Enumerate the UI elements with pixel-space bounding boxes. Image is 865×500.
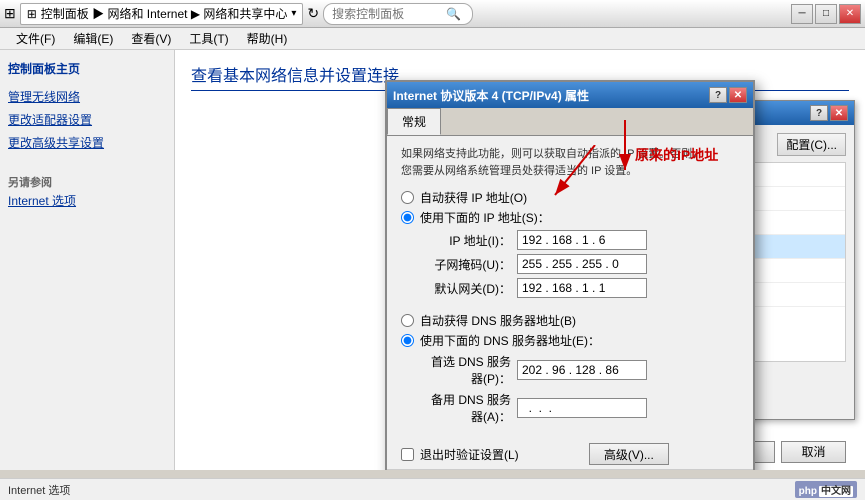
breadcrumb-text: 控制面板 ▶ 网络和 Internet ▶ 网络和共享中心: [41, 5, 288, 22]
configure-button[interactable]: 配置(C)...: [777, 133, 846, 156]
breadcrumb-bar: ⊞ 控制面板 ▶ 网络和 Internet ▶ 网络和共享中心 ▾: [20, 3, 304, 25]
ip-field-row: IP 地址(I)：: [421, 230, 739, 250]
dns-radio-group: 自动获得 DNS 服务器地址(B) 使用下面的 DNS 服务器地址(E)：: [401, 312, 739, 349]
tcpip-footer: 确定 取消: [387, 469, 753, 470]
menubar: 文件(F) 编辑(E) 查看(V) 工具(T) 帮助(H): [0, 28, 865, 50]
subnet-field-row: 子网掩码(U)：: [421, 254, 739, 274]
ip-field-input[interactable]: [517, 230, 647, 250]
maximize-button[interactable]: □: [815, 4, 837, 24]
tcpip-dialog: Internet 协议版本 4 (TCP/IPv4) 属性 ? ✕ 常规 如果网…: [385, 80, 755, 470]
dns2-field-input[interactable]: [517, 398, 647, 418]
minimize-button[interactable]: ─: [791, 4, 813, 24]
breadcrumb-dropdown[interactable]: ▾: [291, 8, 296, 19]
gateway-field-label: 默认网关(D)：: [421, 280, 511, 297]
tcpip-close-button[interactable]: ✕: [729, 87, 747, 103]
sidebar-item-wifi[interactable]: 管理无线网络: [8, 85, 166, 108]
advanced-button[interactable]: 高级(V)...: [589, 443, 669, 465]
tcpip-titlebar: Internet 协议版本 4 (TCP/IPv4) 属性 ? ✕: [387, 82, 753, 108]
app-icon: ⊞: [4, 5, 16, 22]
subnet-field-input[interactable]: [517, 254, 647, 274]
php-badge: php中文网: [795, 481, 857, 498]
search-input[interactable]: [332, 7, 442, 21]
tcpip-description: 如果网络支持此功能，则可以获取自动指派的 IP 设置。否则， 您需要从网络系统管…: [401, 146, 739, 179]
menu-view[interactable]: 查看(V): [123, 28, 179, 49]
radio-auto-dns[interactable]: [401, 314, 414, 327]
tcpip-body: 如果网络支持此功能，则可以获取自动指派的 IP 设置。否则， 您需要从网络系统管…: [387, 136, 753, 439]
dns2-field-row: 备用 DNS 服务器(A)：: [421, 391, 739, 425]
ip-field-label: IP 地址(I)：: [421, 232, 511, 249]
bg-close-button[interactable]: ✕: [830, 105, 848, 121]
tcpip-tabs: 常规: [387, 108, 753, 136]
menu-tools[interactable]: 工具(T): [181, 28, 236, 49]
content-area: 查看基本网络信息并设置连接 本地连接 属性 ? ✕ 🔌 Family Contr…: [175, 50, 865, 470]
status-text: Internet 选项: [8, 482, 70, 498]
radio-manual-dns-label: 使用下面的 DNS 服务器地址(E)：: [420, 332, 600, 349]
titlebar: ⊞ ⊞ 控制面板 ▶ 网络和 Internet ▶ 网络和共享中心 ▾ ↻ 🔍 …: [0, 0, 865, 28]
main-area: 控制面板主页 管理无线网络 更改适配器设置 更改高级共享设置 另请参阅 Inte…: [0, 50, 865, 470]
sidebar: 控制面板主页 管理无线网络 更改适配器设置 更改高级共享设置 另请参阅 Inte…: [0, 50, 175, 470]
sidebar-also-section: 另请参阅: [8, 174, 166, 190]
search-bar[interactable]: 🔍: [323, 3, 473, 25]
radio-manual-ip[interactable]: [401, 211, 414, 224]
menu-file[interactable]: 文件(F): [8, 28, 63, 49]
status-bar: Internet 选项 php中文网: [0, 478, 865, 500]
validate-checkbox[interactable]: [401, 448, 414, 461]
sidebar-internet-options[interactable]: Internet 选项: [8, 190, 166, 211]
menu-help[interactable]: 帮助(H): [239, 28, 296, 49]
tab-general[interactable]: 常规: [387, 108, 441, 135]
search-icon[interactable]: 🔍: [446, 7, 461, 21]
radio-auto-ip[interactable]: [401, 191, 414, 204]
gateway-field-row: 默认网关(D)：: [421, 278, 739, 298]
menu-edit[interactable]: 编辑(E): [65, 28, 121, 49]
gateway-field-input[interactable]: [517, 278, 647, 298]
radio-manual-dns[interactable]: [401, 334, 414, 347]
refresh-btn[interactable]: ↻: [307, 5, 319, 22]
dns1-field-label: 首选 DNS 服务器(P)：: [421, 353, 511, 387]
ip-radio-group: 自动获得 IP 地址(O) 使用下面的 IP 地址(S)：: [401, 189, 739, 226]
sidebar-main-title[interactable]: 控制面板主页: [8, 60, 166, 77]
dns2-field-label: 备用 DNS 服务器(A)：: [421, 391, 511, 425]
dns1-field-input[interactable]: [517, 360, 647, 380]
bg-help-button[interactable]: ?: [810, 105, 828, 121]
tcpip-title-text: Internet 协议版本 4 (TCP/IPv4) 属性: [393, 87, 589, 104]
dns1-field-row: 首选 DNS 服务器(P)：: [421, 353, 739, 387]
subnet-field-label: 子网掩码(U)：: [421, 256, 511, 273]
bg-cancel-button[interactable]: 取消: [781, 441, 846, 463]
close-button[interactable]: ✕: [839, 4, 861, 24]
radio-auto-ip-label: 自动获得 IP 地址(O): [420, 189, 527, 206]
tcpip-help-button[interactable]: ?: [709, 87, 727, 103]
breadcrumb-icon: ⊞: [27, 7, 37, 21]
sidebar-item-sharing[interactable]: 更改高级共享设置: [8, 131, 166, 154]
radio-manual-ip-label: 使用下面的 IP 地址(S)：: [420, 209, 550, 226]
sidebar-item-adapter[interactable]: 更改适配器设置: [8, 108, 166, 131]
radio-auto-dns-label: 自动获得 DNS 服务器地址(B): [420, 312, 576, 329]
validate-label: 退出时验证设置(L): [420, 446, 519, 463]
